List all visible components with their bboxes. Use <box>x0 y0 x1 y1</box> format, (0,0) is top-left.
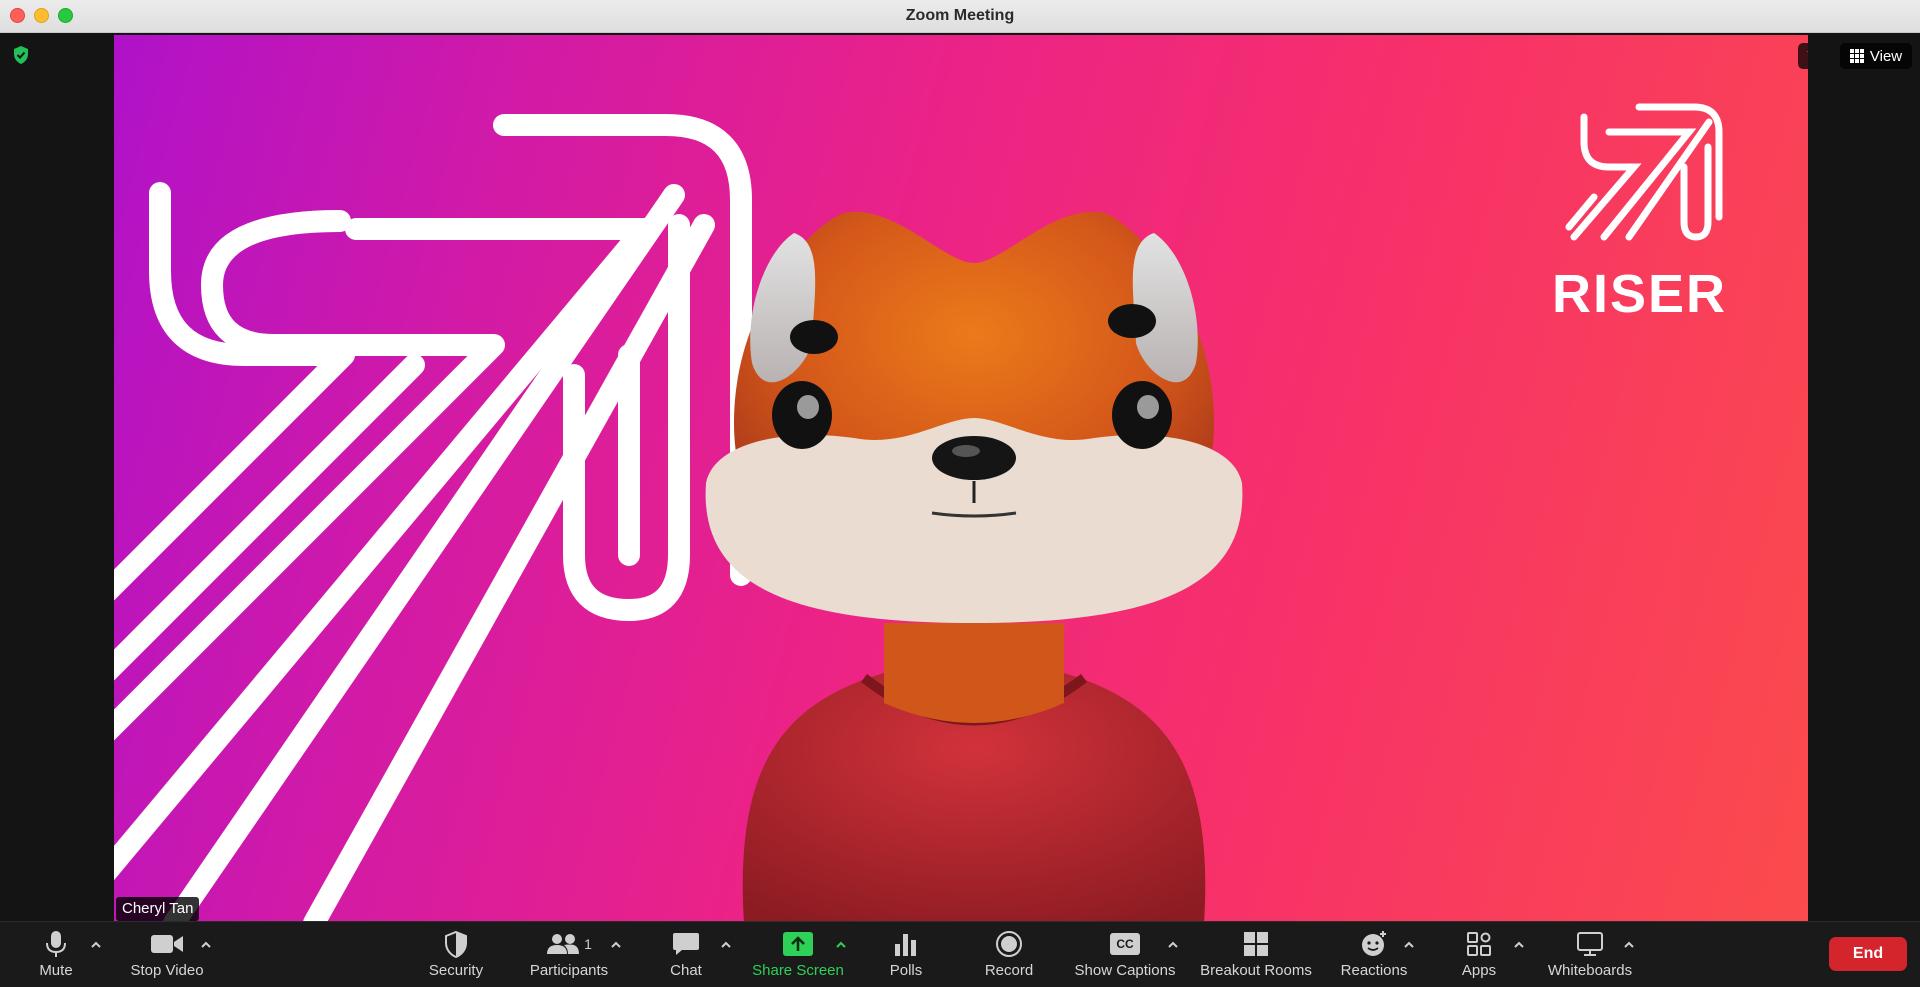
security-button[interactable]: Security <box>423 928 489 984</box>
chat-bubble-icon <box>673 933 699 955</box>
chat-label: Chat <box>670 962 702 979</box>
reactions-smiley-icon <box>1362 931 1386 956</box>
grid-icon <box>1849 49 1864 63</box>
view-button[interactable]: View <box>1840 43 1912 69</box>
participants-label: Participants <box>529 962 609 979</box>
show-captions-label: Show Captions <box>1074 962 1176 979</box>
window-titlebar: Zoom Meeting <box>0 0 1920 33</box>
whiteboard-icon <box>1577 932 1603 956</box>
participant-name-tag: Cheryl Tan <box>116 897 200 921</box>
participant-video: RISER <box>114 35 1808 923</box>
share-options-caret-icon[interactable] <box>834 938 848 952</box>
share-status-icon <box>1807 51 1808 52</box>
apps-label: Apps <box>1461 962 1497 979</box>
record-icon <box>996 931 1022 957</box>
apps-options-caret-icon[interactable] <box>1512 938 1526 952</box>
video-camera-icon <box>151 935 183 953</box>
breakout-rooms-label: Breakout Rooms <box>1200 962 1312 979</box>
polls-label: Polls <box>889 962 923 979</box>
security-shield-icon <box>445 930 467 958</box>
window-title: Zoom Meeting <box>905 7 1015 24</box>
audio-options-caret-icon[interactable] <box>89 938 103 952</box>
reactions-options-caret-icon[interactable] <box>1402 938 1416 952</box>
meeting-area: RISER View Cheryl Tan <box>0 33 1920 923</box>
apps-icon <box>1467 932 1491 956</box>
view-label: View <box>1869 47 1903 65</box>
share-status-button[interactable] <box>1798 43 1808 69</box>
microphone-icon <box>46 931 66 957</box>
meeting-toolbar: Mute Stop Video Security 1 Participants … <box>0 921 1920 987</box>
participants-button[interactable]: 1 Participants <box>525 928 613 984</box>
share-screen-icon <box>783 932 813 956</box>
breakout-rooms-button[interactable]: Breakout Rooms <box>1198 928 1314 984</box>
whiteboards-button[interactable]: Whiteboards <box>1544 928 1636 984</box>
apps-button[interactable]: Apps <box>1454 928 1504 984</box>
chat-options-caret-icon[interactable] <box>719 938 733 952</box>
riser-logo-icon <box>1565 103 1723 241</box>
participants-options-caret-icon[interactable] <box>609 938 623 952</box>
reactions-label: Reactions <box>1340 962 1408 979</box>
breakout-rooms-icon <box>1244 932 1268 956</box>
reactions-button[interactable]: Reactions <box>1336 928 1412 984</box>
fox-avatar <box>705 211 1243 923</box>
mute-button[interactable]: Mute <box>26 928 86 984</box>
riser-logo-text: RISER <box>1552 264 1728 324</box>
whiteboards-options-caret-icon[interactable] <box>1622 938 1636 952</box>
security-label: Security <box>428 962 484 979</box>
encryption-shield-icon[interactable] <box>12 45 30 65</box>
chat-button[interactable]: Chat <box>661 928 711 984</box>
captions-cc-icon: CC <box>1110 933 1140 955</box>
captions-options-caret-icon[interactable] <box>1166 938 1180 952</box>
participants-count: 1 <box>584 936 592 952</box>
stop-video-button[interactable]: Stop Video <box>126 928 208 984</box>
polls-bar-icon <box>895 934 916 956</box>
mute-label: Mute <box>39 962 73 979</box>
show-captions-button[interactable]: CC Show Captions <box>1072 928 1178 984</box>
stop-video-label: Stop Video <box>130 962 204 979</box>
polls-button[interactable]: Polls <box>881 928 931 984</box>
record-button[interactable]: Record <box>978 928 1040 984</box>
video-options-caret-icon[interactable] <box>199 938 213 952</box>
participants-icon <box>547 934 580 954</box>
whiteboards-label: Whiteboards <box>1547 962 1633 979</box>
share-screen-button[interactable]: Share Screen <box>750 928 846 984</box>
share-screen-label: Share Screen <box>752 962 844 979</box>
end-meeting-button[interactable]: End <box>1829 937 1907 971</box>
record-label: Record <box>984 962 1034 979</box>
